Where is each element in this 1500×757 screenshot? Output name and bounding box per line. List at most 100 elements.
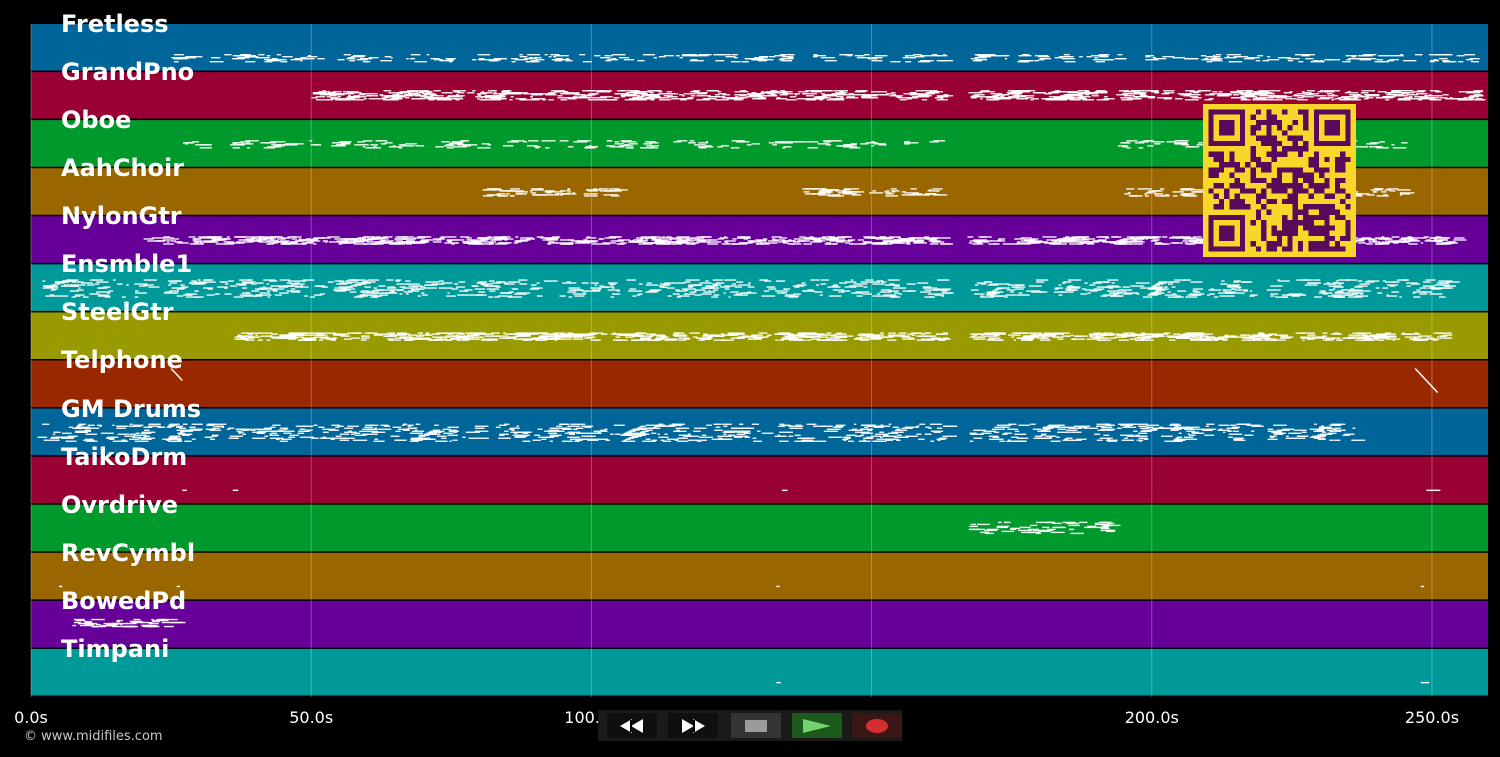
note-mark bbox=[931, 296, 935, 298]
note-mark bbox=[1153, 58, 1167, 60]
note-mark bbox=[1384, 332, 1389, 334]
note-mark bbox=[709, 90, 718, 92]
note-mark bbox=[480, 239, 484, 241]
note-mark bbox=[493, 338, 498, 340]
note-mark bbox=[502, 337, 516, 339]
note-mark bbox=[410, 338, 419, 340]
note-mark bbox=[654, 96, 661, 98]
note-mark bbox=[573, 338, 584, 340]
note-mark bbox=[1127, 334, 1131, 336]
note-mark bbox=[532, 194, 547, 196]
note-mark bbox=[1013, 339, 1016, 341]
note-mark bbox=[1135, 238, 1145, 240]
note-mark bbox=[1151, 141, 1165, 143]
note-mark bbox=[483, 241, 496, 243]
note-mark bbox=[271, 432, 277, 434]
note-mark bbox=[789, 427, 803, 429]
note-mark bbox=[276, 438, 280, 440]
note-mark bbox=[529, 190, 533, 192]
note-mark bbox=[661, 286, 668, 288]
note-mark bbox=[169, 423, 180, 425]
note-mark bbox=[603, 194, 617, 196]
note-mark bbox=[676, 429, 680, 431]
note-mark bbox=[395, 238, 408, 240]
note-mark bbox=[1277, 57, 1291, 59]
note-mark bbox=[1046, 239, 1058, 241]
note-mark bbox=[1119, 334, 1124, 336]
note-mark bbox=[797, 240, 807, 242]
note-mark bbox=[1361, 90, 1375, 92]
note-mark bbox=[1391, 236, 1400, 238]
note-mark bbox=[373, 292, 385, 294]
note-mark bbox=[148, 423, 154, 425]
note-mark bbox=[646, 282, 652, 284]
note-mark bbox=[227, 280, 234, 282]
note-mark bbox=[781, 292, 787, 294]
note-mark bbox=[241, 429, 250, 431]
note-mark bbox=[290, 288, 296, 290]
note-mark bbox=[980, 295, 984, 297]
note-mark bbox=[660, 439, 665, 441]
note-mark bbox=[162, 438, 171, 440]
note-mark bbox=[507, 281, 515, 283]
note-mark bbox=[1345, 55, 1357, 57]
note-mark bbox=[1344, 92, 1359, 94]
note-mark bbox=[1302, 92, 1312, 94]
note-mark bbox=[255, 334, 259, 336]
note-mark bbox=[827, 195, 833, 197]
note-mark bbox=[286, 56, 293, 58]
note-mark bbox=[689, 435, 699, 437]
note-mark bbox=[464, 289, 473, 291]
note-mark bbox=[921, 338, 926, 340]
note-mark bbox=[392, 145, 396, 147]
note-mark bbox=[826, 144, 832, 146]
note-mark bbox=[871, 141, 875, 143]
note-mark bbox=[1008, 334, 1021, 336]
note-mark bbox=[1122, 286, 1130, 288]
note-mark bbox=[1422, 98, 1433, 100]
note-mark bbox=[238, 338, 246, 340]
note-mark bbox=[763, 290, 770, 292]
note-mark bbox=[108, 438, 115, 440]
note-mark bbox=[290, 241, 296, 243]
note-mark bbox=[981, 90, 989, 92]
note-mark bbox=[1211, 60, 1223, 62]
note-mark bbox=[1185, 296, 1198, 298]
note-mark bbox=[707, 241, 722, 243]
note-mark bbox=[1046, 335, 1055, 337]
note-mark bbox=[1217, 337, 1223, 339]
note-mark bbox=[888, 290, 899, 292]
note-mark bbox=[339, 433, 350, 435]
note-mark bbox=[235, 236, 247, 238]
note-mark bbox=[1140, 287, 1155, 289]
note-mark bbox=[828, 243, 831, 245]
note-mark bbox=[908, 194, 920, 196]
note-mark bbox=[1193, 291, 1201, 293]
note-mark bbox=[1026, 339, 1033, 341]
note-mark bbox=[741, 335, 750, 337]
note-mark bbox=[1209, 293, 1215, 295]
note-mark bbox=[1142, 296, 1153, 298]
note-mark bbox=[1230, 91, 1243, 93]
note-mark bbox=[1063, 56, 1074, 58]
note-mark bbox=[487, 144, 492, 146]
note-mark bbox=[1257, 55, 1264, 57]
note-mark bbox=[761, 432, 774, 434]
note-mark bbox=[866, 281, 880, 283]
note-mark bbox=[271, 333, 278, 335]
note-mark bbox=[706, 424, 712, 426]
note-mark bbox=[1418, 335, 1432, 337]
note-mark bbox=[919, 55, 934, 57]
note-mark bbox=[1095, 281, 1109, 283]
note-mark bbox=[1392, 147, 1407, 149]
note-mark bbox=[1075, 335, 1088, 337]
note-mark bbox=[1018, 424, 1030, 426]
note-mark bbox=[775, 333, 786, 335]
note-mark bbox=[1385, 338, 1396, 340]
note-mark bbox=[420, 96, 431, 98]
note-mark bbox=[623, 59, 628, 61]
note-mark bbox=[567, 146, 574, 148]
note-mark bbox=[219, 239, 223, 241]
note-mark bbox=[455, 286, 466, 288]
note-mark bbox=[880, 332, 885, 334]
